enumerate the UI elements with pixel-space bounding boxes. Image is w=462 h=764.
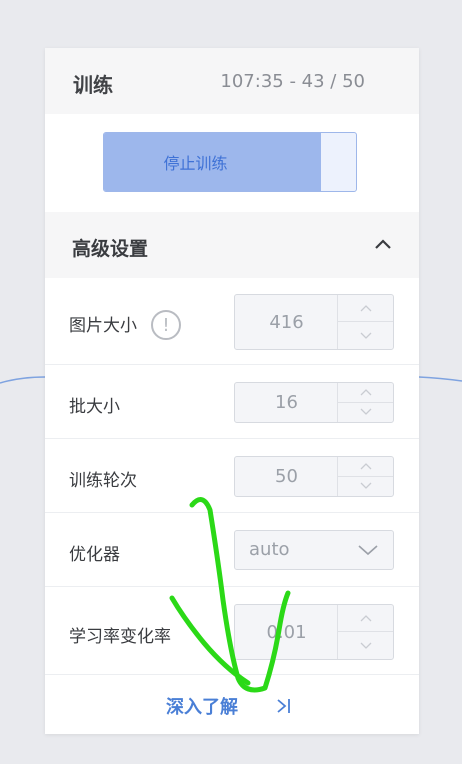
panel-title: 训练 xyxy=(73,73,113,97)
panel-header: 训练 107:35 - 43 / 50 xyxy=(45,48,419,114)
advanced-settings-header[interactable]: 高级设置 xyxy=(45,212,419,278)
chevron-up-icon[interactable] xyxy=(373,234,393,254)
skip-forward-icon[interactable] xyxy=(275,696,293,716)
training-progress: 107:35 - 43 / 50 xyxy=(220,71,365,92)
chevron-down-icon xyxy=(360,482,371,490)
decrement-button[interactable] xyxy=(338,632,393,659)
training-panel: 训练 107:35 - 43 / 50 停止训练 高级设置 图片大小 ! 416… xyxy=(45,48,419,734)
setting-label-learning-rate: 学习率变化率 xyxy=(69,627,171,647)
chevron-up-icon xyxy=(360,463,371,470)
chevron-down-icon xyxy=(358,545,378,556)
increment-button[interactable] xyxy=(338,457,393,477)
setting-label-epochs: 训练轮次 xyxy=(69,471,137,491)
chevron-up-icon xyxy=(360,389,371,396)
stepper-arrows xyxy=(337,383,393,422)
setting-label-optimizer: 优化器 xyxy=(69,545,120,565)
stepper-arrows xyxy=(337,605,393,659)
stepper-arrows xyxy=(337,457,393,496)
chevron-down-icon xyxy=(360,408,371,416)
increment-button[interactable] xyxy=(338,605,393,632)
batch-size-value[interactable]: 16 xyxy=(235,383,338,422)
setting-label-image-size: 图片大小 xyxy=(69,316,137,336)
decrement-button[interactable] xyxy=(338,477,393,497)
learning-rate-stepper[interactable]: 0.01 xyxy=(234,604,394,660)
epochs-value[interactable]: 50 xyxy=(235,457,338,496)
stepper-arrows xyxy=(337,295,393,349)
optimizer-select[interactable]: auto xyxy=(234,530,394,570)
chevron-down-icon xyxy=(360,332,371,339)
increment-button[interactable] xyxy=(338,383,393,403)
epochs-stepper[interactable]: 50 xyxy=(234,456,394,497)
stop-training-button[interactable]: 停止训练 xyxy=(103,132,357,192)
decrement-button[interactable] xyxy=(338,403,393,423)
setting-label-batch-size: 批大小 xyxy=(69,397,120,417)
learn-more-link[interactable]: 深入了解 xyxy=(166,693,238,719)
learning-rate-value[interactable]: 0.01 xyxy=(235,605,338,659)
info-icon[interactable]: ! xyxy=(151,310,181,340)
chevron-down-icon xyxy=(360,642,371,649)
decrement-button[interactable] xyxy=(338,322,393,349)
advanced-settings-title: 高级设置 xyxy=(72,238,149,260)
stop-training-label: 停止训练 xyxy=(163,154,228,173)
image-size-stepper[interactable]: 416 xyxy=(234,294,394,350)
chevron-up-icon xyxy=(360,305,371,312)
optimizer-value: auto xyxy=(249,539,290,560)
increment-button[interactable] xyxy=(338,295,393,322)
chevron-up-icon xyxy=(360,615,371,622)
image-size-value[interactable]: 416 xyxy=(235,295,338,349)
batch-size-stepper[interactable]: 16 xyxy=(234,382,394,423)
